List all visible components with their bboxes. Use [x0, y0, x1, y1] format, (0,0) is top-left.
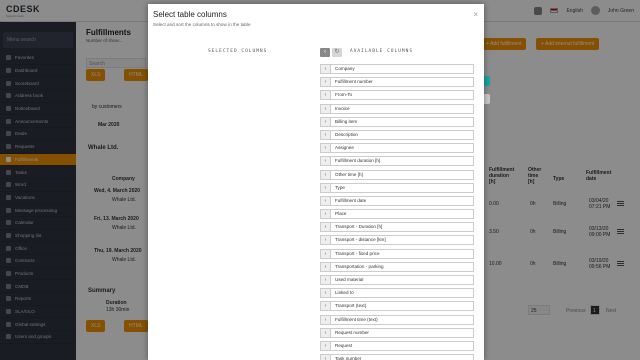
column-label: Company: [335, 66, 355, 71]
reset-icon[interactable]: ↻: [332, 48, 342, 57]
column-label: Transport (text): [335, 303, 367, 309]
add-column-arrow-icon[interactable]: ‹: [321, 78, 331, 87]
add-column-arrow-icon[interactable]: ‹: [321, 315, 331, 324]
add-column-arrow-icon[interactable]: ‹: [321, 117, 331, 126]
available-column-item[interactable]: ‹ Transport - distance [km]: [320, 235, 474, 246]
add-column-arrow-icon[interactable]: ‹: [321, 236, 331, 245]
column-label: Used material: [335, 277, 364, 282]
dialog-title: Select table columns: [153, 10, 227, 19]
select-columns-dialog: Select table columns Select and sort the…: [148, 4, 484, 360]
available-column-item[interactable]: ‹ Type: [320, 182, 474, 193]
add-column-arrow-icon[interactable]: ‹: [321, 170, 331, 179]
column-label: Transportation - parking: [335, 263, 384, 269]
available-column-item[interactable]: ‹ Used material: [320, 275, 474, 285]
add-column-arrow-icon[interactable]: ‹: [321, 196, 331, 205]
add-column-arrow-icon[interactable]: ‹: [321, 223, 331, 232]
available-column-item[interactable]: ‹ Transport - fixed price: [320, 248, 474, 259]
column-label: Transport - fixed price: [335, 250, 380, 256]
selected-columns-heading: SELECTED COLUMNS: [208, 49, 268, 54]
column-label: Type: [335, 184, 345, 190]
available-column-item[interactable]: ‹ Transport - Duration [h]: [320, 222, 474, 233]
column-label: Fulfillment time (text): [335, 316, 378, 322]
available-column-item[interactable]: ‹ Fulfillment time (text): [320, 314, 474, 325]
column-label: Fulfillment date: [335, 197, 367, 203]
column-label: Transport - Duration [h]: [335, 224, 383, 230]
column-label: Request: [335, 342, 353, 348]
add-column-arrow-icon[interactable]: ‹: [321, 104, 331, 113]
add-column-arrow-icon[interactable]: ‹: [321, 355, 331, 360]
available-column-item[interactable]: ‹ Assignee: [320, 143, 474, 154]
add-column-arrow-icon[interactable]: ‹: [321, 249, 331, 258]
column-label: Description: [335, 131, 358, 137]
add-column-arrow-icon[interactable]: ‹: [321, 302, 331, 311]
add-column-arrow-icon[interactable]: ‹: [321, 289, 331, 298]
add-column-arrow-icon[interactable]: ‹: [321, 276, 331, 284]
add-column-arrow-icon[interactable]: ‹: [321, 91, 331, 100]
available-column-item[interactable]: ‹ From-To: [320, 90, 474, 101]
available-column-item[interactable]: ‹ Task number: [320, 354, 474, 360]
column-label: Request number: [335, 329, 369, 335]
add-column-arrow-icon[interactable]: ‹: [321, 328, 331, 337]
column-label: Linked to: [335, 290, 354, 296]
column-label: Task number: [335, 356, 362, 360]
add-column-arrow-icon[interactable]: ‹: [321, 144, 331, 153]
available-columns-list: ‹ Company ‹ Fulfillment number ‹ From-To ‹ Invo…: [320, 64, 474, 360]
add-column-arrow-icon[interactable]: ‹: [321, 65, 331, 73]
close-icon[interactable]: ×: [473, 10, 478, 19]
available-column-item[interactable]: ‹ Other time [h]: [320, 169, 474, 180]
available-column-item[interactable]: ‹ Fulfillment duration [h]: [320, 156, 474, 167]
available-column-item[interactable]: ‹ Request: [320, 340, 474, 351]
available-column-item[interactable]: ‹ Fulfillment number: [320, 77, 474, 88]
available-column-item[interactable]: ‹ Place: [320, 209, 474, 220]
add-column-arrow-icon[interactable]: ‹: [321, 157, 331, 166]
available-column-item[interactable]: ‹ Invoice: [320, 103, 474, 114]
column-label: Assignee: [335, 145, 354, 151]
dialog-subtitle: Select and sort the columns to show in t…: [153, 22, 251, 27]
available-column-item[interactable]: ‹ Fulfillment date: [320, 195, 474, 206]
available-columns-heading: AVAILABLE COLUMNS: [350, 49, 414, 54]
move-left-icon[interactable]: ‹: [320, 48, 330, 57]
available-column-item[interactable]: ‹ Request number: [320, 327, 474, 338]
column-label: Transport - distance [km]: [335, 237, 386, 243]
column-label: Place: [335, 211, 347, 217]
column-label: Invoice: [335, 105, 350, 111]
available-column-item[interactable]: ‹ Billing item: [320, 116, 474, 127]
column-label: Fulfillment number: [335, 79, 373, 85]
available-column-item[interactable]: ‹ Transport (text): [320, 301, 474, 312]
available-column-item[interactable]: ‹ Company: [320, 64, 474, 74]
add-column-arrow-icon[interactable]: ‹: [321, 341, 331, 350]
add-column-arrow-icon[interactable]: ‹: [321, 130, 331, 139]
available-column-item[interactable]: ‹ Description: [320, 129, 474, 140]
available-column-item[interactable]: ‹ Linked to: [320, 288, 474, 299]
available-column-item[interactable]: ‹ Transportation - parking: [320, 261, 474, 272]
column-label: From-To: [335, 92, 353, 98]
column-label: Other time [h]: [335, 171, 363, 177]
column-label: Billing item: [335, 118, 358, 124]
column-label: Fulfillment duration [h]: [335, 158, 381, 164]
add-column-arrow-icon[interactable]: ‹: [321, 210, 331, 219]
add-column-arrow-icon[interactable]: ‹: [321, 262, 331, 271]
add-column-arrow-icon[interactable]: ‹: [321, 183, 331, 192]
